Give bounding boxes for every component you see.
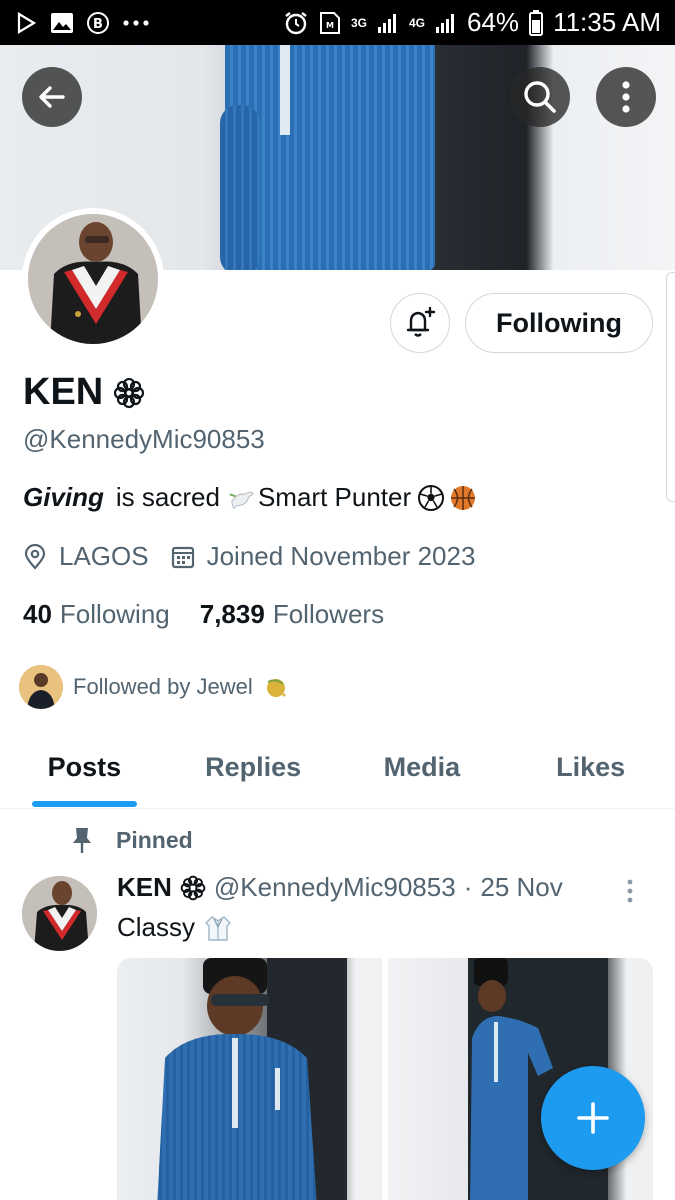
network-4g-label: 4G: [409, 15, 426, 30]
post-text-row: Classy: [117, 912, 233, 943]
tab-likes[interactable]: Likes: [506, 735, 675, 799]
tab-replies[interactable]: Replies: [169, 735, 338, 799]
notify-bell-button[interactable]: [390, 293, 450, 353]
gallery-icon: [50, 12, 74, 34]
sim-icon: M: [319, 11, 341, 35]
followed-by-row[interactable]: Followed by Jewel: [19, 665, 289, 709]
post-avatar-photo: [22, 876, 97, 951]
bio-text-1: is sacred: [115, 482, 220, 512]
svg-text:M: M: [326, 21, 334, 30]
post-separator: ·: [463, 872, 473, 902]
active-tab-indicator: [32, 801, 137, 807]
status-bar: B M 3G 4G 64% 11:35 AM: [0, 0, 675, 45]
signal-icon-2: [435, 12, 457, 34]
following-label: Following: [59, 599, 170, 629]
follow-counts: 40 Following 7,839 Followers: [23, 599, 384, 630]
pin-icon: [73, 828, 91, 853]
profile-handle: @KennedyMic90853: [23, 424, 265, 454]
follower-avatar: [19, 665, 63, 709]
tab-posts[interactable]: Posts: [0, 735, 169, 799]
following-count: 40: [23, 599, 52, 629]
flower-emoji-icon-small: [180, 875, 206, 900]
bio-bold-word: Giving: [23, 482, 104, 512]
calendar-icon: [171, 546, 194, 568]
search-button[interactable]: [510, 67, 570, 127]
vertical-dots-icon: [622, 81, 630, 113]
plus-icon: [577, 1102, 609, 1134]
search-icon: [524, 81, 556, 113]
avatar-photo: [28, 214, 158, 344]
pinned-label: Pinned: [116, 826, 193, 853]
post-more-button[interactable]: [626, 878, 634, 909]
bio-text-2: Smart Punter: [257, 482, 412, 512]
post-photo-1[interactable]: [117, 958, 382, 1200]
battery-percent: 64%: [467, 7, 520, 37]
followed-by-text: Followed by Jewel: [73, 674, 253, 699]
banner-stripe: [280, 45, 290, 135]
more-options-button[interactable]: [596, 67, 656, 127]
back-arrow-icon: [39, 86, 65, 108]
back-button[interactable]: [22, 67, 82, 127]
dove-emoji-icon: [228, 484, 256, 512]
post-author-avatar[interactable]: [22, 876, 97, 951]
flower-emoji-icon: [114, 377, 145, 408]
compose-post-button[interactable]: [541, 1066, 645, 1170]
network-3g-label: 3G: [350, 15, 367, 30]
photo-1-image: [157, 958, 347, 1200]
location-item: LAGOS: [23, 541, 149, 572]
post-author-handle[interactable]: @KennedyMic90853: [214, 872, 456, 903]
following-button[interactable]: Following: [465, 293, 653, 353]
followers-count-link[interactable]: 7,839 Followers: [200, 599, 384, 630]
following-count-link[interactable]: 40 Following: [23, 599, 170, 630]
scroll-edge-indicator: [666, 272, 675, 502]
b-badge-icon: B: [86, 11, 110, 35]
location-pin-icon: [24, 543, 46, 570]
clock: 11:35 AM: [553, 7, 661, 37]
alarm-icon: [283, 10, 309, 36]
post-more-icon: [627, 879, 633, 903]
profile-avatar[interactable]: [22, 208, 164, 350]
profile-tabs: Posts Replies Media Likes: [0, 735, 675, 809]
sparkle-emoji-icon: [266, 679, 286, 697]
tab-media[interactable]: Media: [338, 735, 507, 799]
followers-label: Followers: [272, 599, 385, 629]
display-name: KEN: [23, 371, 104, 413]
post-text: Classy: [117, 912, 196, 942]
svg-text:B: B: [93, 17, 103, 32]
profile-bio: Giving is sacred Smart Punter: [23, 482, 479, 513]
lab-coat-emoji-icon: [205, 915, 232, 941]
more-notifications-icon: [122, 19, 150, 27]
banner-arm: [220, 105, 260, 270]
location-text: LAGOS: [59, 541, 149, 571]
bell-plus-icon: [406, 306, 436, 337]
soccer-ball-icon: [417, 484, 445, 512]
joined-item: Joined November 2023: [171, 541, 476, 572]
play-icon: [14, 11, 38, 35]
post-date[interactable]: 25 Nov: [480, 872, 562, 903]
profile-meta: LAGOS Joined November 2023: [23, 541, 497, 572]
basketball-icon: [449, 484, 477, 512]
signal-icon: [377, 12, 399, 34]
post-header: KEN @KennedyMic90853 · 25 Nov: [117, 872, 563, 903]
battery-icon: [529, 9, 544, 36]
post-author-name[interactable]: KEN: [117, 872, 172, 903]
pinned-indicator: Pinned: [70, 826, 193, 854]
joined-text: Joined November 2023: [206, 541, 476, 571]
followers-count: 7,839: [199, 599, 265, 629]
display-name-row: KEN: [23, 371, 145, 414]
